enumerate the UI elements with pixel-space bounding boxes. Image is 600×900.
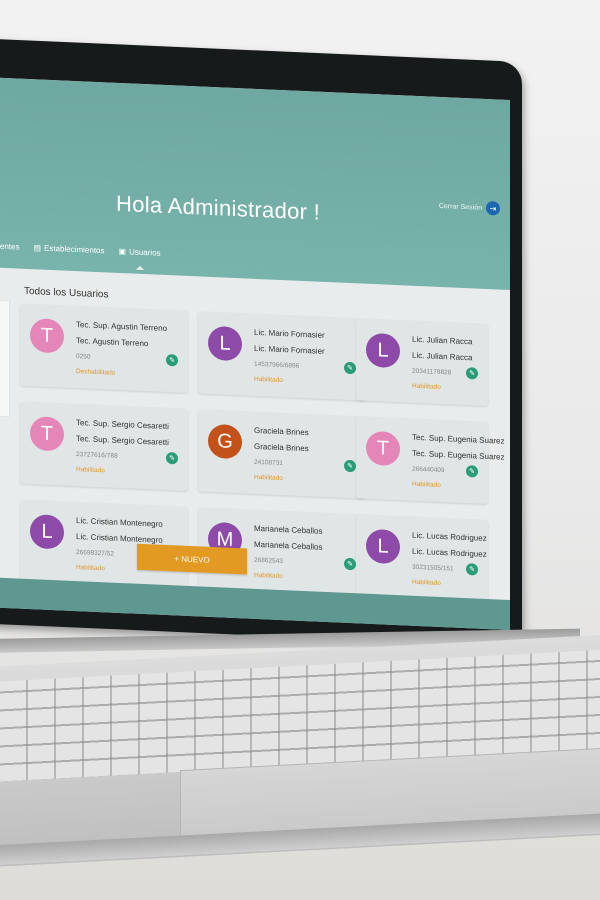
logout-label[interactable]: Cerrar Sesión xyxy=(439,202,482,211)
user-card[interactable]: L Lic. Julian Racca Lic. Julian Racca 20… xyxy=(356,318,488,407)
user-document: 14537966/6896 xyxy=(254,360,300,370)
user-display-name: Tec. Sup. Eugenia Suarez xyxy=(412,448,505,462)
avatar: T xyxy=(30,416,64,452)
user-display-name: Lic. Cristian Montenegro xyxy=(76,532,163,545)
status-label: Habilitado xyxy=(412,480,441,489)
edit-icon[interactable]: ✎ xyxy=(344,361,356,375)
user-name: Tec. Sup. Agustin Terreno xyxy=(76,320,168,334)
user-document: 26862543 xyxy=(254,556,283,566)
edit-icon[interactable]: ✎ xyxy=(466,465,478,478)
user-document: 0250 xyxy=(76,353,91,361)
user-document: 30231505/151 xyxy=(412,563,454,573)
edit-icon[interactable]: ✎ xyxy=(166,353,178,367)
avatar: L xyxy=(208,325,242,362)
status-label: Habilitado xyxy=(412,578,441,587)
edit-icon[interactable]: ✎ xyxy=(344,557,356,571)
user-card[interactable]: L Lic. Mario Fornasier Lic. Mario Fornas… xyxy=(198,311,366,401)
nav-item-establecimientos[interactable]: ▤ Establecimientos xyxy=(33,243,104,255)
section-title: Todos los Usuarios xyxy=(24,285,109,301)
user-name: Marianela Ceballos xyxy=(254,523,323,536)
main-nav: ▦ Clientes ▤ Establecimientos ▣ Usuarios xyxy=(0,227,161,271)
user-display-name: Tec. Sup. Sergio Cesaretti xyxy=(76,434,169,448)
header-banner: Hola Administrador ! Cerrar Sesión ⇥ ▦ C… xyxy=(0,76,510,290)
user-card[interactable]: G Graciela Brines Graciela Brines 241087… xyxy=(198,409,366,499)
user-card[interactable]: T Tec. Sup. Eugenia Suarez Tec. Sup. Eug… xyxy=(356,416,505,505)
user-display-name: Lic. Julian Racca xyxy=(412,350,473,363)
edit-icon[interactable]: ✎ xyxy=(166,451,178,465)
status-label: Deshabilitado xyxy=(76,368,116,377)
nav-label[interactable]: Usuarios xyxy=(129,247,161,257)
user-card[interactable]: T Tec. Sup. Sergio Cesaretti Tec. Sup. S… xyxy=(20,401,188,491)
status-label: Habilitado xyxy=(254,571,283,581)
logout-icon[interactable]: ⇥ xyxy=(486,200,500,216)
user-name: Lic. Lucas Rodriguez xyxy=(412,530,487,543)
user-document: 26698327/52 xyxy=(76,549,114,558)
avatar: T xyxy=(366,430,400,467)
status-label: Habilitado xyxy=(412,382,441,391)
avatar: T xyxy=(30,318,64,354)
nav-label[interactable]: Clientes xyxy=(0,241,19,251)
page-title: Hola Administrador ! xyxy=(116,190,321,225)
user-name: Lic. Cristian Montenegro xyxy=(76,516,163,529)
logout-control[interactable]: Cerrar Sesión ⇥ xyxy=(439,199,500,216)
user-document: 24108731 xyxy=(254,458,283,468)
avatar: L xyxy=(30,514,64,550)
user-display-name: Lic. Mario Fornasier xyxy=(254,343,325,356)
user-document: 266440409 xyxy=(412,465,445,475)
nav-item-clientes[interactable]: ▦ Clientes xyxy=(0,240,19,251)
avatar: L xyxy=(366,528,400,565)
user-display-name: Graciela Brines xyxy=(254,441,309,454)
nav-label[interactable]: Establecimientos xyxy=(44,243,104,255)
user-name: Graciela Brines xyxy=(254,425,309,438)
status-label: Habilitado xyxy=(76,466,105,475)
avatar: G xyxy=(208,423,242,460)
user-document: 20341178828 xyxy=(412,367,452,377)
status-label: Habilitado xyxy=(254,375,283,385)
user-name: Lic. Mario Fornasier xyxy=(254,327,325,340)
user-display-name: Tec. Agustin Terreno xyxy=(76,336,149,349)
edit-icon[interactable]: ✎ xyxy=(344,459,356,473)
edit-icon[interactable]: ✎ xyxy=(466,367,478,380)
user-display-name: Marianela Ceballos xyxy=(254,539,323,552)
id-card-icon: ▣ xyxy=(118,246,127,256)
user-display-name: Lic. Lucas Rodriguez xyxy=(412,546,487,559)
nav-item-usuarios[interactable]: ▣ Usuarios xyxy=(119,246,161,257)
store-icon: ▤ xyxy=(33,242,42,253)
user-card[interactable]: L Lic. Lucas Rodriguez Lic. Lucas Rodrig… xyxy=(356,514,488,603)
status-label: Habilitado xyxy=(76,564,105,573)
user-name: Tec. Sup. Sergio Cesaretti xyxy=(76,418,169,432)
status-label: Habilitado xyxy=(254,473,283,483)
side-panel xyxy=(0,298,10,418)
user-name: Lic. Julian Racca xyxy=(412,334,473,347)
user-document: 23727616/788 xyxy=(76,451,118,460)
laptop-scene: Hola Administrador ! Cerrar Sesión ⇥ ▦ C… xyxy=(0,0,600,900)
app-screen: Hola Administrador ! Cerrar Sesión ⇥ ▦ C… xyxy=(0,76,510,631)
edit-icon[interactable]: ✎ xyxy=(466,563,478,576)
user-name: Tec. Sup. Eugenia Suarez xyxy=(412,432,505,446)
user-card[interactable]: T Tec. Sup. Agustin Terreno Tec. Agustin… xyxy=(20,303,188,393)
avatar: L xyxy=(366,332,400,369)
new-user-button[interactable]: + NUEVO xyxy=(137,543,247,575)
